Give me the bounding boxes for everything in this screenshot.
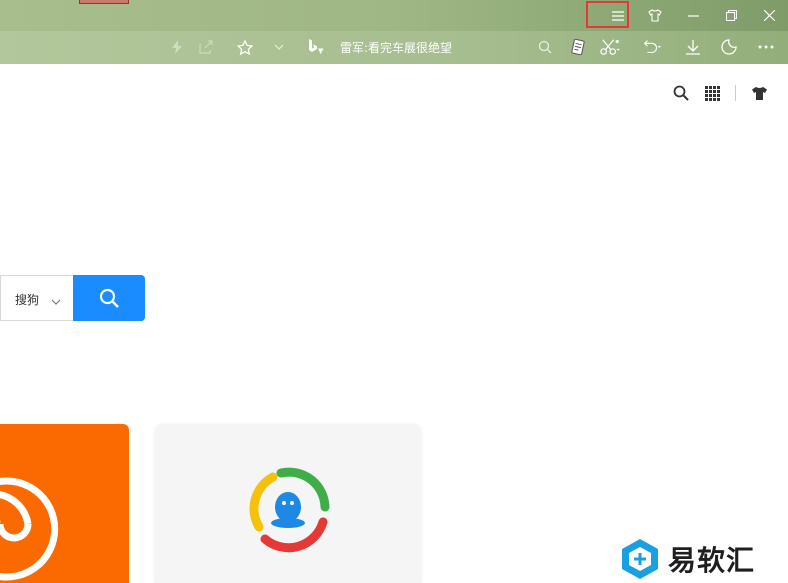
night-mode-icon[interactable] (719, 37, 739, 57)
share-icon[interactable] (196, 37, 216, 57)
star-icon[interactable] (235, 37, 255, 57)
close-icon[interactable] (751, 2, 787, 29)
search-button[interactable] (73, 275, 145, 321)
search-icon[interactable] (672, 84, 690, 102)
download-icon[interactable] (683, 37, 703, 57)
tencent-news-logo-icon (249, 467, 330, 553)
undo-icon[interactable] (642, 37, 662, 57)
search-icon[interactable] (535, 37, 555, 57)
divider (735, 85, 736, 101)
menu-highlight-box (586, 1, 629, 28)
tshirt-skin-icon[interactable] (750, 84, 768, 102)
browser-toolbar: ▼ 雷军:看完车展很绝望 (0, 31, 788, 64)
lightning-icon[interactable] (167, 37, 187, 57)
scissors-icon[interactable] (600, 37, 620, 57)
restore-icon[interactable] (713, 2, 749, 29)
notes-icon[interactable] (568, 37, 588, 57)
tshirt-skin-icon[interactable] (637, 2, 673, 29)
tencent-news-tile[interactable] (155, 424, 421, 583)
title-bar (0, 0, 788, 31)
sohu-logo-icon (0, 477, 59, 581)
chevron-down-icon (51, 290, 61, 309)
tab-stub[interactable] (79, 0, 129, 4)
watermark-logo-icon (622, 539, 658, 579)
bing-icon[interactable]: ▼ (308, 39, 323, 57)
sohu-tile[interactable] (0, 424, 129, 583)
search-engine-selector[interactable]: 搜狗 (0, 275, 74, 321)
chevron-down-icon[interactable] (269, 37, 289, 57)
watermark: 易软汇 (620, 537, 788, 581)
minimize-icon[interactable] (675, 2, 711, 29)
watermark-text: 易软汇 (668, 544, 756, 577)
search-engine-label: 搜狗 (15, 293, 40, 307)
search-icon (99, 288, 119, 308)
more-icon[interactable] (756, 37, 776, 57)
apps-grid-icon[interactable] (703, 84, 721, 102)
address-bar-text[interactable]: 雷军:看完车展很绝望 (340, 39, 452, 56)
